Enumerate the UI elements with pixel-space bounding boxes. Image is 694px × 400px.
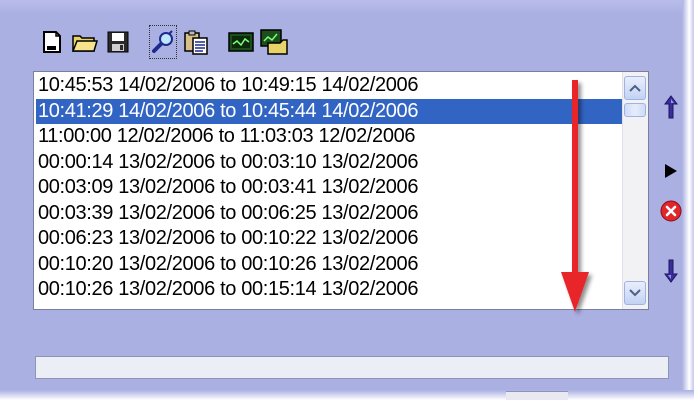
scroll-down-button[interactable] (624, 281, 646, 305)
list-item[interactable]: 00:10:20 13/02/2006 to 00:10:26 13/02/20… (36, 252, 624, 278)
move-up-button[interactable] (660, 94, 682, 120)
new-document-icon (43, 31, 61, 53)
clipboard-paste-icon (184, 30, 208, 55)
vertical-scrollbar[interactable] (622, 72, 648, 309)
chevron-up-icon (629, 84, 641, 92)
graph-button[interactable] (227, 25, 255, 59)
chevron-down-icon (629, 289, 641, 297)
scroll-up-button[interactable] (624, 76, 646, 100)
session-list: 10:45:53 14/02/2006 to 10:49:15 14/02/20… (36, 73, 624, 303)
list-item[interactable]: 00:00:14 13/02/2006 to 00:03:10 13/02/20… (36, 150, 624, 176)
play-button[interactable] (660, 158, 682, 184)
search-button[interactable] (149, 25, 177, 59)
list-item[interactable]: 00:10:26 13/02/2006 to 00:15:14 13/02/20… (36, 277, 624, 303)
progress-bar (35, 356, 669, 379)
open-folder-icon (72, 35, 98, 52)
search-tool-icon (152, 30, 173, 53)
list-item-selected[interactable]: 10:41:29 14/02/2006 to 10:45:44 14/02/20… (36, 98, 624, 124)
panel-bottom-edge (0, 390, 694, 400)
panel-top-edge (0, 0, 694, 14)
graph-export-button[interactable] (260, 25, 288, 59)
bottom-tab[interactable] (506, 391, 568, 400)
list-item[interactable]: 10:45:53 14/02/2006 to 10:49:15 14/02/20… (36, 73, 624, 99)
list-item[interactable]: 00:03:09 13/02/2006 to 00:03:41 13/02/20… (36, 175, 624, 201)
move-up-icon (664, 95, 678, 119)
graph-export-icon (260, 29, 288, 55)
scroll-thumb[interactable] (624, 103, 646, 117)
paste-button[interactable] (182, 25, 210, 59)
move-down-icon (664, 259, 678, 283)
move-down-button[interactable] (660, 258, 682, 284)
delete-icon (660, 200, 682, 222)
list-item[interactable]: 11:00:00 12/02/2006 to 11:03:03 12/02/20… (36, 124, 624, 150)
list-item[interactable]: 00:03:39 13/02/2006 to 00:06:25 13/02/20… (36, 201, 624, 227)
toolbar (38, 22, 293, 62)
list-item[interactable]: 00:06:23 13/02/2006 to 00:10:22 13/02/20… (36, 226, 624, 252)
save-disk-icon (107, 31, 129, 53)
save-button[interactable] (104, 25, 132, 59)
play-icon (665, 164, 677, 178)
panel-right-edge (682, 0, 694, 400)
graph-view-icon (228, 32, 254, 52)
open-button[interactable] (71, 25, 99, 59)
annotation-arrow-down-icon (561, 80, 589, 312)
delete-button[interactable] (660, 198, 682, 224)
new-button[interactable] (38, 25, 66, 59)
